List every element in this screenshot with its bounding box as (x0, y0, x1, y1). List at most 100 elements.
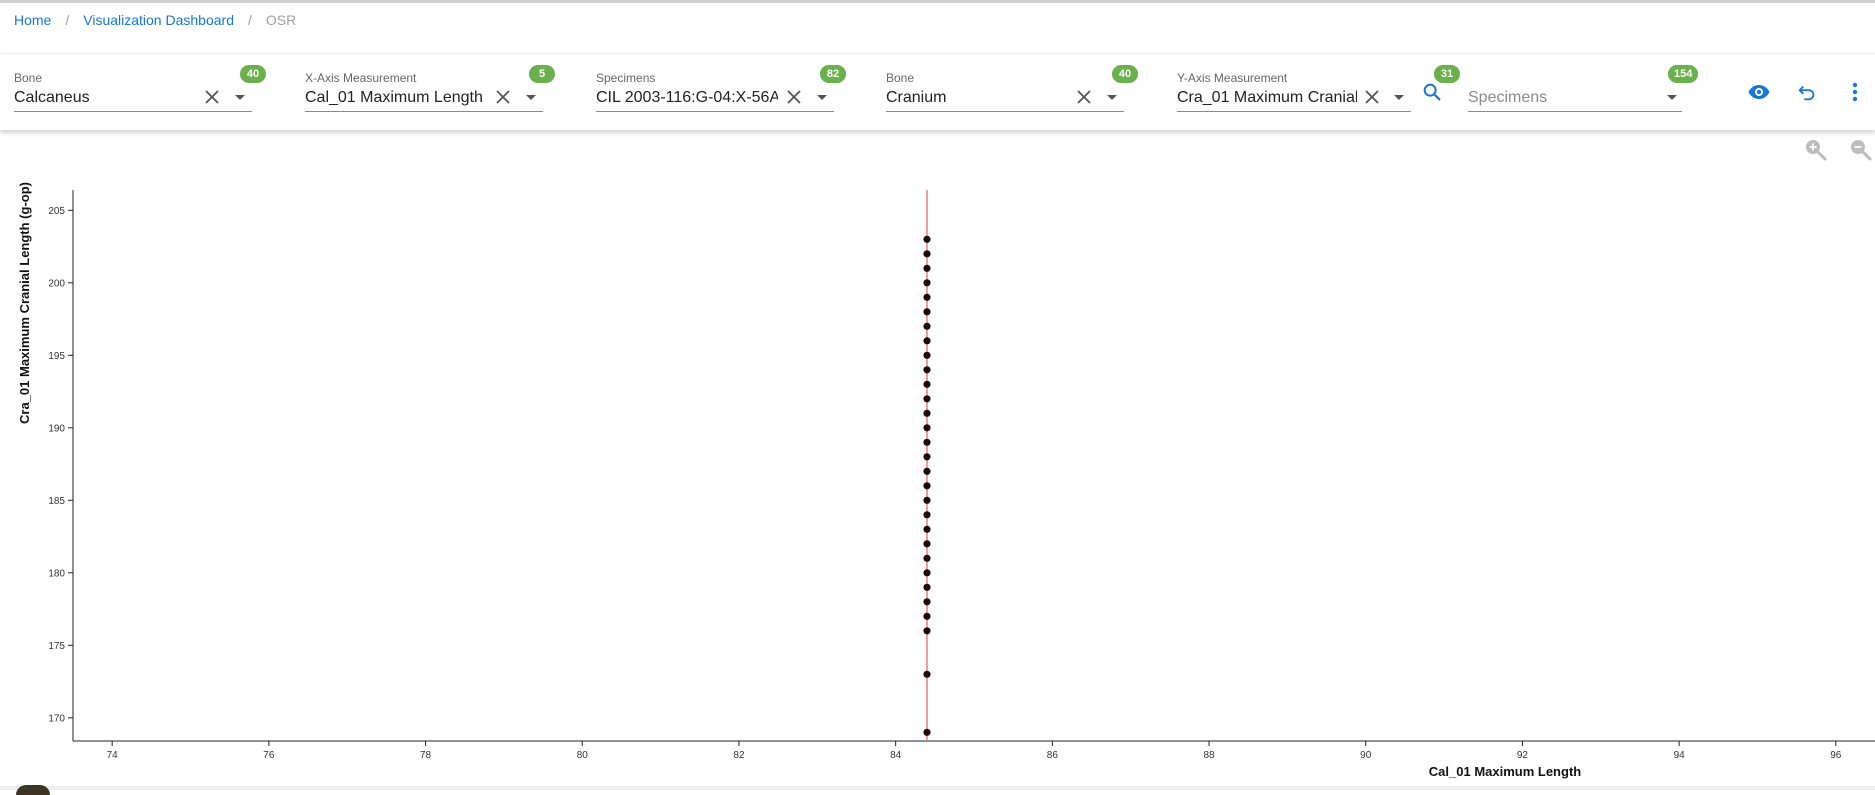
data-point[interactable] (923, 728, 931, 736)
data-point[interactable] (923, 569, 931, 577)
x-bone-label: Bone (14, 71, 43, 85)
footer-strip (0, 786, 1875, 790)
y-measurement-label: Y-Axis Measurement (1177, 71, 1288, 85)
breadcrumb-separator: / (247, 12, 252, 28)
x-specimens-value: CIL 2003-116:G-04:X-56A: (596, 89, 778, 106)
y-measurement-dropdown-icon[interactable] (1394, 95, 1404, 100)
avatar (16, 785, 50, 795)
data-point[interactable] (923, 525, 931, 533)
y-measurement-select[interactable]: Y-Axis Measurement Cra_01 Maximum Crania… (1177, 62, 1411, 112)
undo-icon[interactable] (1793, 78, 1821, 106)
data-point[interactable] (923, 409, 931, 417)
data-point[interactable] (923, 511, 931, 519)
data-point[interactable] (923, 540, 931, 548)
x-tick-label: 90 (1360, 750, 1372, 761)
x-measurement-count-badge: 5 (529, 65, 555, 83)
y-specimens-placeholder: Specimens (1468, 89, 1548, 106)
x-specimens-label: Specimens (596, 71, 656, 85)
y-specimens-underline (1468, 111, 1682, 112)
x-specimens-count-badge: 82 (820, 65, 846, 83)
x-bone-clear-icon[interactable] (200, 85, 224, 109)
x-measurement-value: Cal_01 Maximum Length (305, 89, 483, 106)
x-specimens-dropdown-icon[interactable] (817, 95, 827, 100)
data-point[interactable] (923, 322, 931, 330)
breadcrumb-separator: / (65, 12, 70, 28)
data-point[interactable] (923, 496, 931, 504)
breadcrumb-visualization-dashboard[interactable]: Visualization Dashboard (83, 12, 234, 28)
scatter-plot-svg: 170 175 180 185 190 195 200 205 74 76 78 80 82 84 86 8… (17, 182, 1875, 779)
data-point[interactable] (923, 424, 931, 432)
y-specimens-dropdown-icon[interactable] (1667, 95, 1677, 100)
y-specimens-select[interactable]: Specimens 154 (1468, 62, 1699, 112)
x-tick-label: 82 (733, 750, 745, 761)
x-tick-label: 84 (890, 750, 902, 761)
scatter-chart: 170 175 180 185 190 195 200 205 74 76 78 80 82 84 86 8… (0, 180, 1875, 791)
y-tick-label: 175 (48, 641, 65, 652)
data-point[interactable] (923, 554, 931, 562)
y-measurement-clear-icon[interactable] (1360, 85, 1384, 109)
search-count-badge: 31 (1434, 65, 1460, 83)
x-bone-count-badge: 40 (240, 65, 266, 83)
x-bone-underline (14, 111, 252, 112)
data-point[interactable] (923, 438, 931, 446)
breadcrumb-home[interactable]: Home (14, 12, 51, 28)
x-bone-select[interactable]: Bone Calcaneus 40 (14, 62, 266, 112)
x-tick-label: 76 (263, 750, 275, 761)
data-point[interactable] (923, 235, 931, 243)
data-point[interactable] (923, 279, 931, 287)
data-point[interactable] (923, 308, 931, 316)
y-measurement-underline (1177, 111, 1411, 112)
data-point[interactable] (923, 380, 931, 388)
x-measurement-clear-icon[interactable] (491, 85, 515, 109)
top-border (0, 0, 1875, 3)
y-bone-select[interactable]: Bone Cranium 40 (886, 62, 1138, 112)
zoom-in-icon[interactable] (1803, 137, 1829, 163)
data-point[interactable] (923, 264, 931, 272)
data-point[interactable] (923, 612, 931, 620)
data-point[interactable] (923, 627, 931, 635)
y-bone-count-badge: 40 (1112, 65, 1138, 83)
x-measurement-underline (305, 111, 543, 112)
y-bone-clear-icon[interactable] (1072, 85, 1096, 109)
data-point[interactable] (923, 670, 931, 678)
x-tick-label: 92 (1517, 750, 1529, 761)
data-point[interactable] (923, 351, 931, 359)
data-point[interactable] (923, 598, 931, 606)
x-axis-label: Cal_01 Maximum Length (1429, 764, 1581, 779)
data-point[interactable] (923, 366, 931, 374)
data-point[interactable] (923, 583, 931, 591)
data-point[interactable] (923, 482, 931, 490)
y-bone-value: Cranium (886, 89, 947, 106)
data-point[interactable] (923, 467, 931, 475)
more-vert-icon[interactable] (1841, 78, 1869, 106)
y-specimens-count-badge: 154 (1668, 65, 1699, 83)
data-point[interactable] (923, 293, 931, 301)
x-measurement-select[interactable]: X-Axis Measurement Cal_01 Maximum Length… (305, 62, 555, 112)
y-tick-label: 195 (48, 351, 65, 362)
zoom-out-icon[interactable] (1848, 137, 1874, 163)
y-axis-label: Cra_01 Maximum Cranial Length (g-op) (17, 182, 32, 424)
eye-icon[interactable] (1745, 78, 1773, 106)
breadcrumb: Home / Visualization Dashboard / OSR (14, 12, 296, 28)
y-tick-label: 180 (48, 568, 65, 579)
y-tick-label: 185 (48, 496, 65, 507)
x-tick-label: 96 (1830, 750, 1842, 761)
data-point[interactable] (923, 395, 931, 403)
x-tick-label: 78 (420, 750, 432, 761)
x-specimens-select[interactable]: Specimens CIL 2003-116:G-04:X-56A: 82 (596, 62, 846, 112)
data-point[interactable] (923, 250, 931, 258)
y-tick-label: 190 (48, 423, 65, 434)
x-measurement-dropdown-icon[interactable] (526, 95, 536, 100)
x-tick-label: 74 (107, 750, 119, 761)
x-bone-value: Calcaneus (14, 89, 90, 106)
x-specimens-clear-icon[interactable] (782, 85, 806, 109)
x-tick-label: 80 (577, 750, 589, 761)
data-point[interactable] (923, 453, 931, 461)
data-point[interactable] (923, 337, 931, 345)
x-measurement-label: X-Axis Measurement (305, 71, 417, 85)
x-tick-label: 86 (1047, 750, 1059, 761)
x-bone-dropdown-icon[interactable] (235, 95, 245, 100)
y-tick-label: 200 (48, 278, 65, 289)
y-bone-dropdown-icon[interactable] (1107, 95, 1117, 100)
x-tick-label: 88 (1203, 750, 1215, 761)
